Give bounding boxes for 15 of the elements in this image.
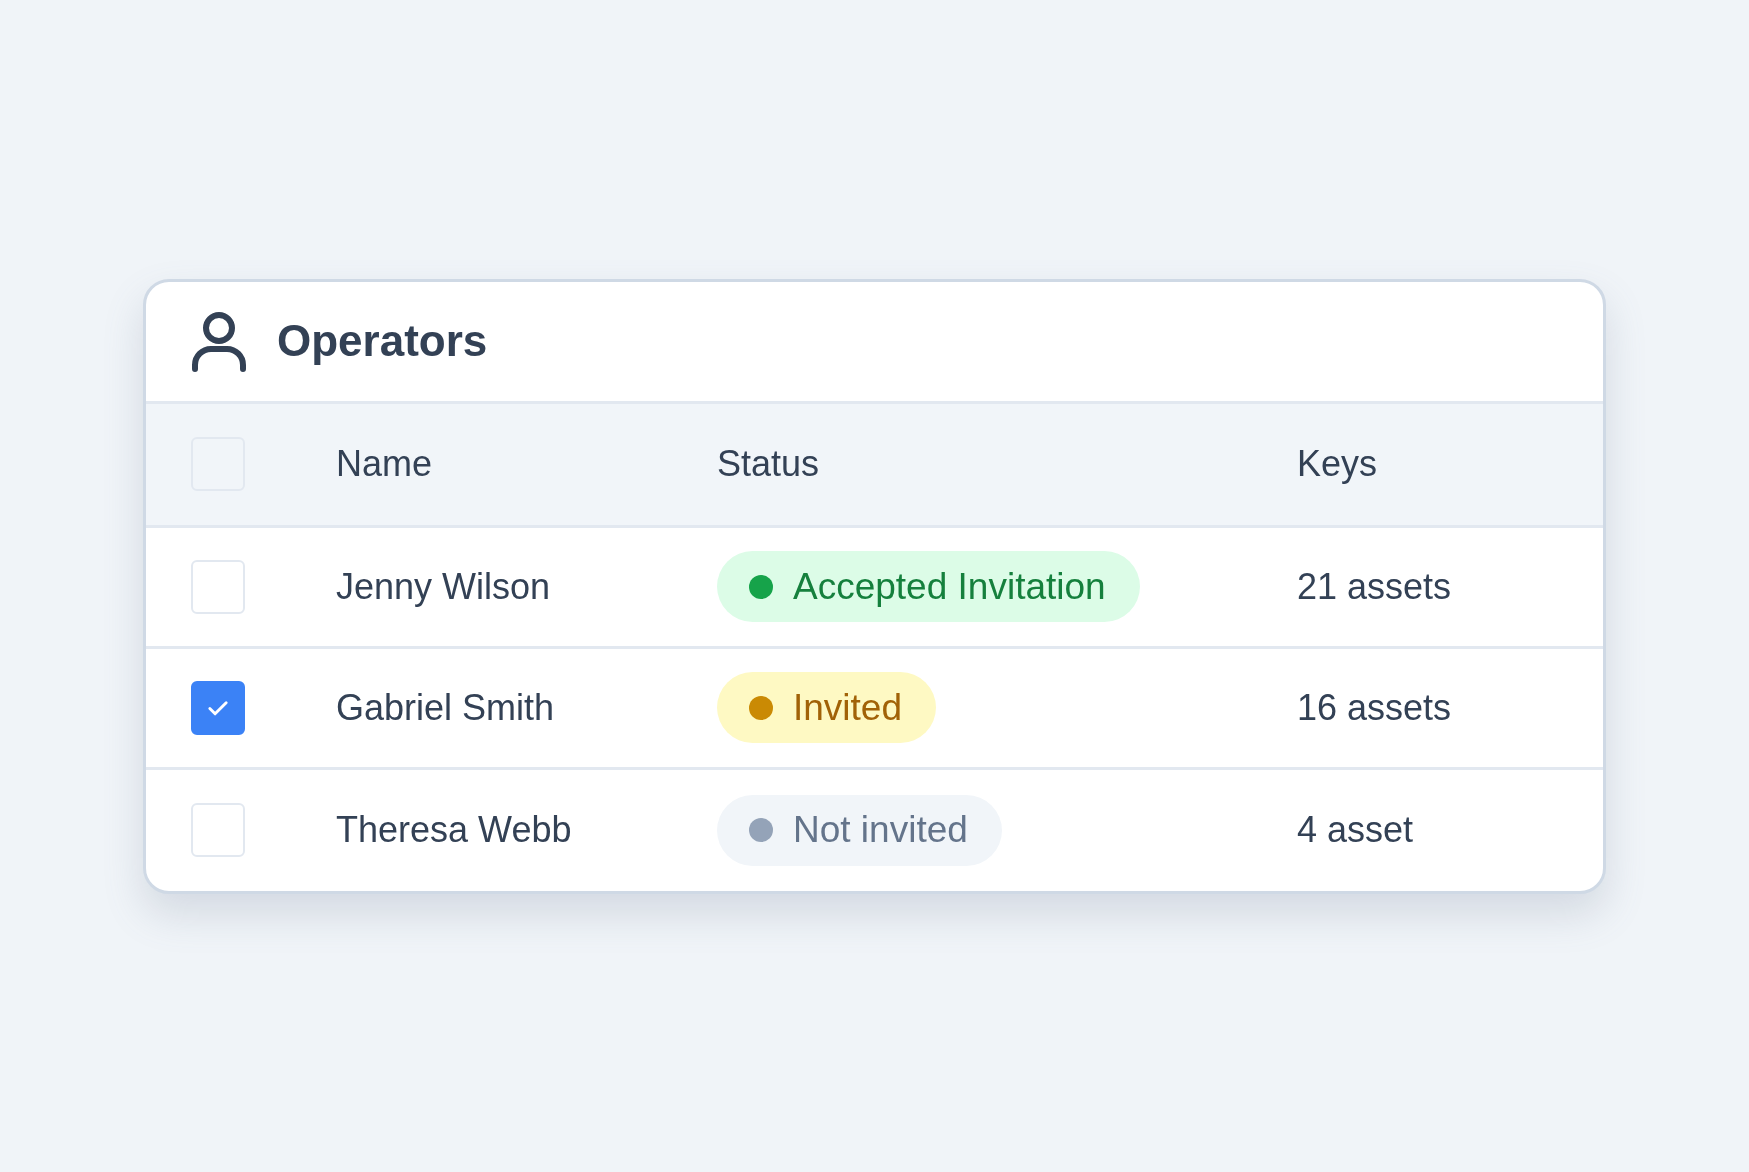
column-header: Name: [336, 442, 434, 486]
keys-cell-text: 21 assets: [1297, 564, 1453, 609]
keys-cell-text: 4 asset: [1297, 808, 1415, 852]
name-cell-text: Gabriel Smith: [336, 685, 556, 730]
name-cell-text: Theresa Webb: [336, 808, 573, 852]
column-header: Keys: [1297, 442, 1379, 486]
status-badge: Not invited: [717, 794, 1002, 866]
card-title: Operators: [277, 315, 488, 367]
status-badge: Invited: [717, 672, 936, 743]
status-badge: Accepted Invitation: [717, 551, 1140, 622]
checkbox[interactable]: [191, 680, 245, 735]
name-cell-text: Jenny Wilson: [336, 564, 552, 609]
column-header: Status: [717, 442, 821, 486]
keys-cell-text: 16 assets: [1297, 685, 1453, 730]
user-icon: [191, 310, 247, 372]
